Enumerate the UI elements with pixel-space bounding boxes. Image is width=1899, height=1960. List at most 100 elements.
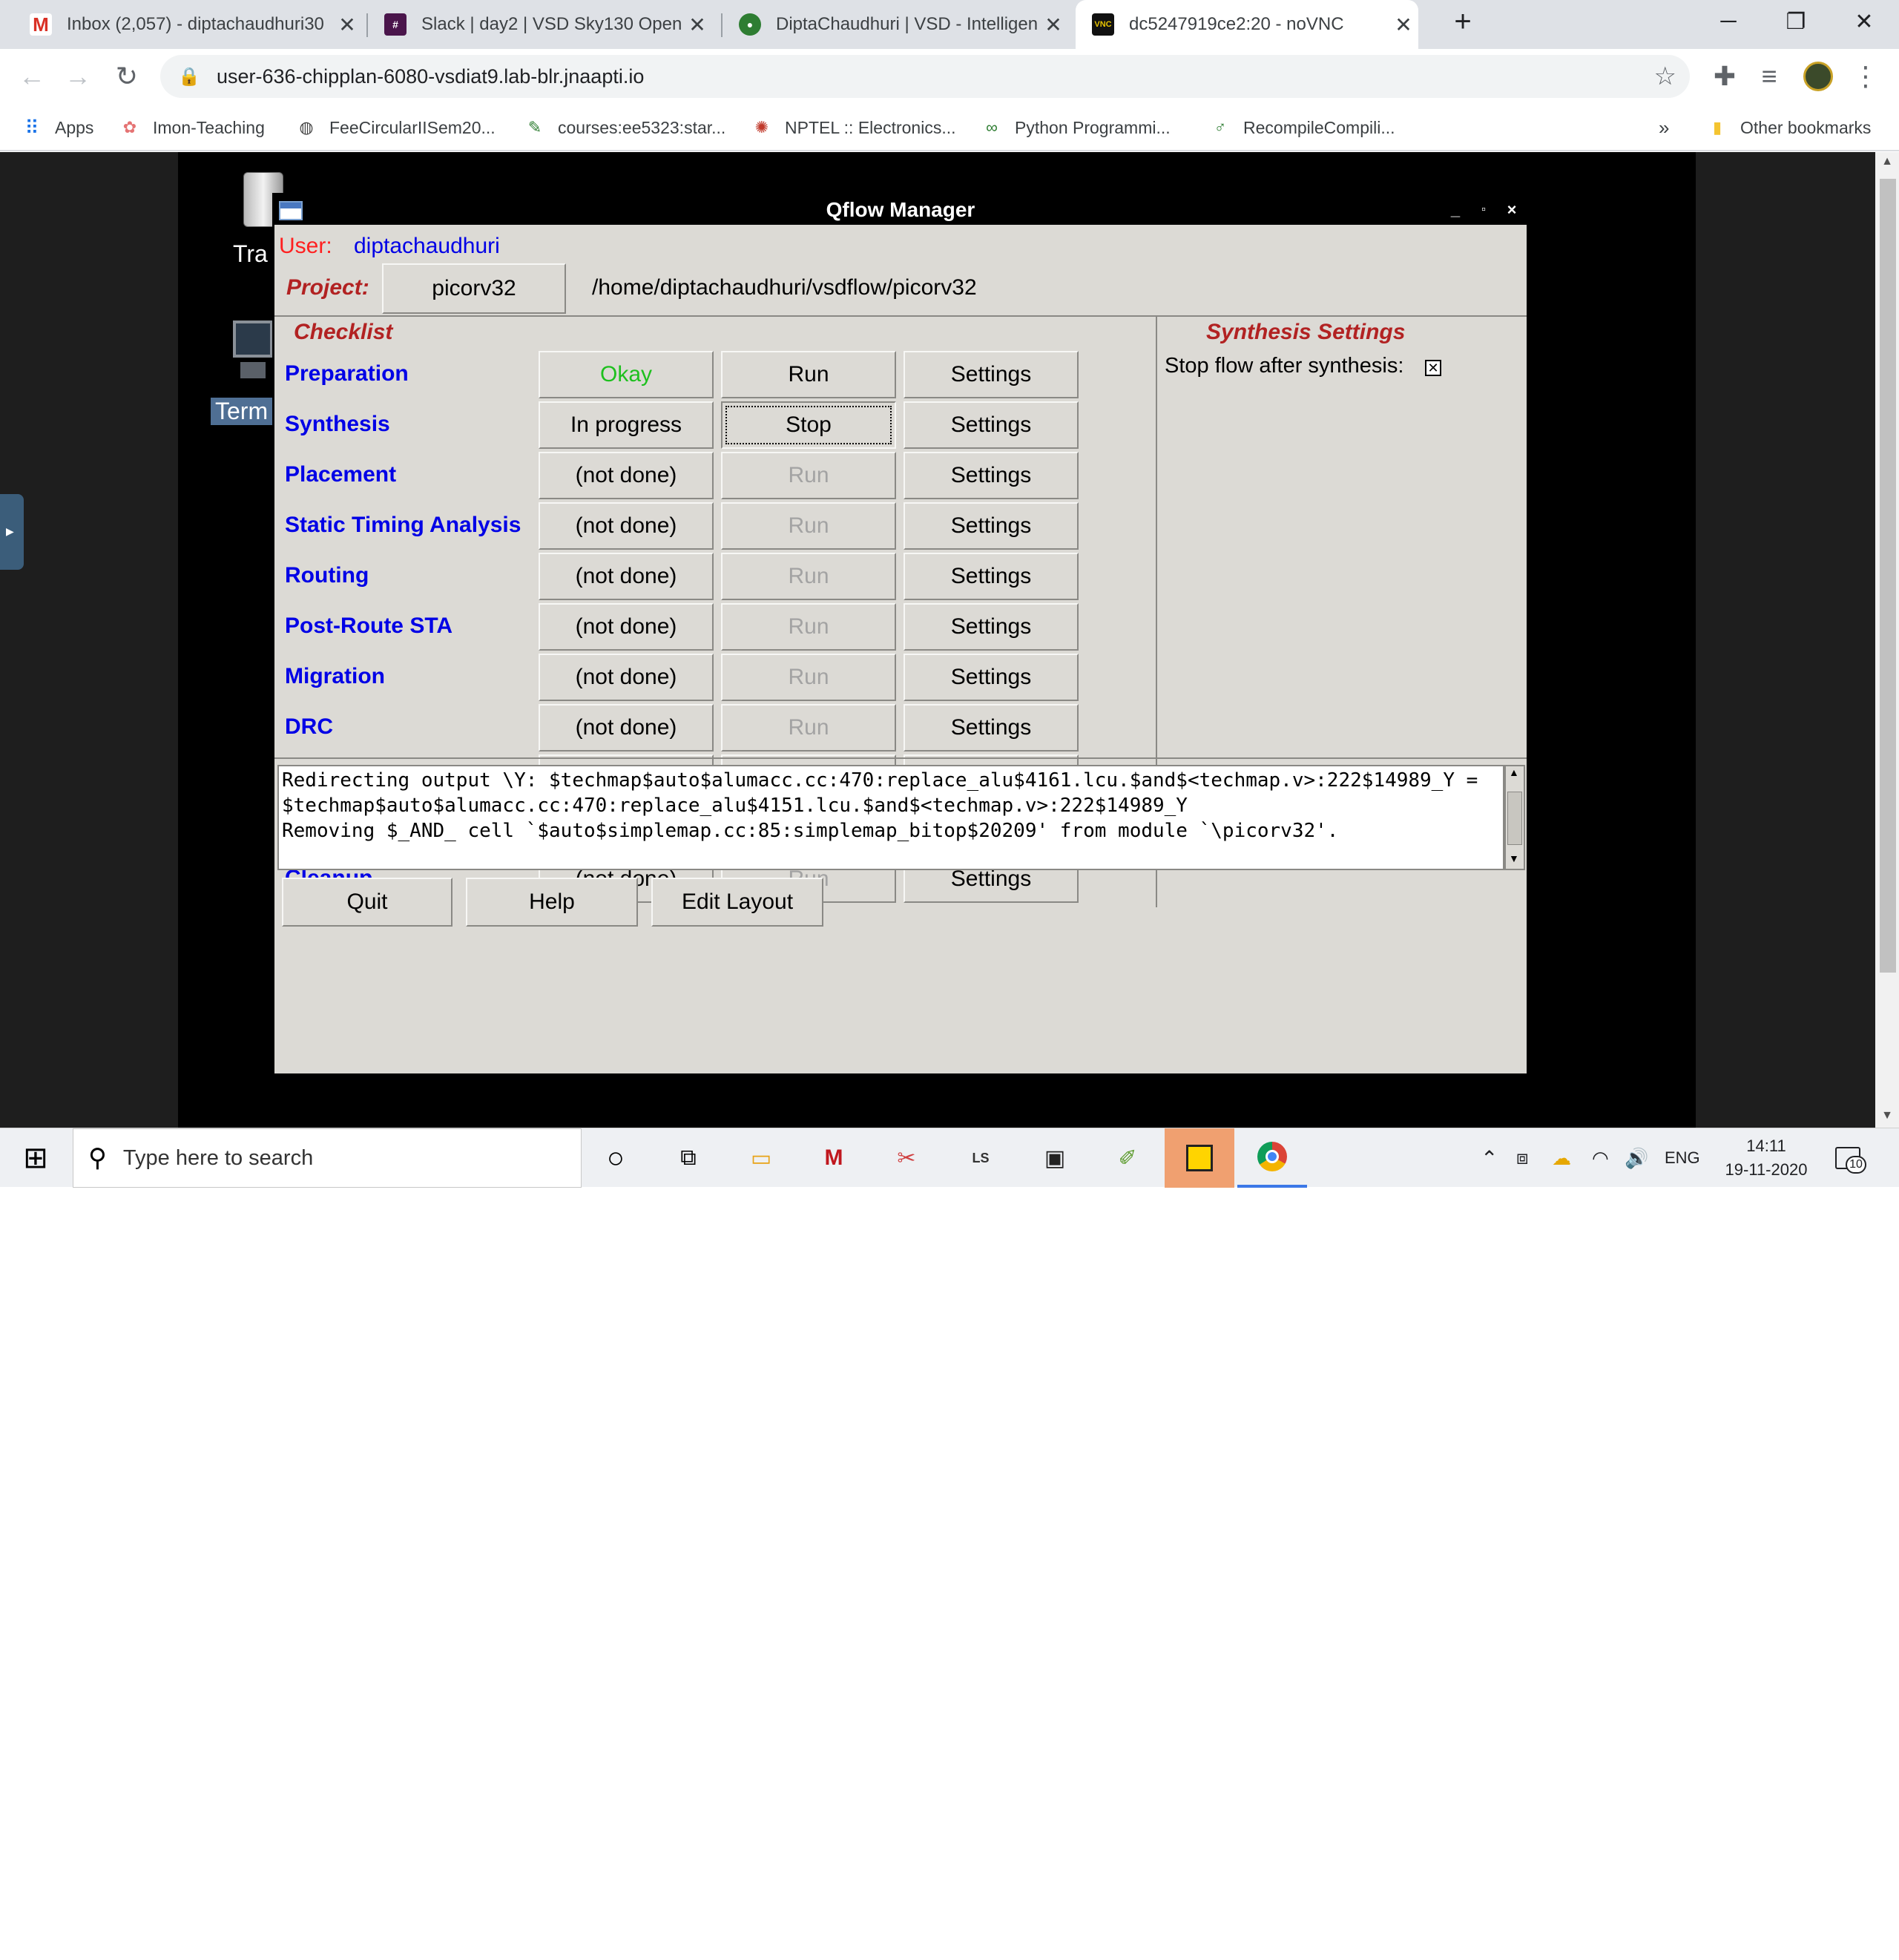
tray-overflow-icon[interactable]: ⌃	[1481, 1128, 1498, 1188]
scroll-up-icon[interactable]: ▲	[1875, 155, 1899, 168]
reading-list-icon[interactable]: ≡	[1751, 58, 1788, 95]
run-button[interactable]: Run	[721, 704, 896, 752]
tab-close-icon[interactable]: ✕	[682, 13, 712, 37]
folder-icon: ▮	[1712, 118, 1722, 137]
tab-close-icon[interactable]: ✕	[332, 13, 362, 37]
kebab-menu-icon[interactable]: ⋮	[1847, 58, 1884, 95]
taskbar-search[interactable]: ⚲ Type here to search	[73, 1128, 582, 1188]
project-button[interactable]: picorv32	[382, 263, 566, 314]
volume-icon[interactable]: 🔊	[1625, 1128, 1648, 1188]
settings-button[interactable]: Settings	[904, 704, 1079, 752]
scrollbar-thumb[interactable]	[1507, 792, 1522, 845]
tab-close-icon[interactable]: ✕	[1039, 13, 1068, 37]
run-button[interactable]: Run	[721, 502, 896, 550]
status-button[interactable]: (not done)	[539, 654, 714, 701]
status-button[interactable]: (not done)	[539, 603, 714, 651]
browser-toolbar: ← → ↻ 🔒 user-636-chipplan-6080-vsdiat9.l…	[0, 49, 1899, 104]
log-scrollbar[interactable]: ▲ ▼	[1504, 765, 1525, 870]
bookmark-apps[interactable]: ⠿ Apps	[21, 113, 93, 142]
windows-start-icon[interactable]: ⊞	[13, 1136, 58, 1180]
novnc-control-bar-handle[interactable]: ▶	[0, 494, 24, 570]
status-button[interactable]: In progress	[539, 401, 714, 449]
scroll-down-icon[interactable]: ▼	[1509, 852, 1519, 864]
reload-icon[interactable]: ↻	[108, 58, 145, 95]
settings-button[interactable]: Settings	[904, 553, 1079, 600]
cortana-icon[interactable]: ○	[593, 1136, 638, 1180]
bookmark-fee[interactable]: ◍ FeeCircularIISem20...	[295, 113, 495, 142]
status-button[interactable]: (not done)	[539, 553, 714, 600]
step-label-post-route-sta: Post-Route STA	[285, 614, 453, 638]
bookmark-python[interactable]: ∞ Python Programmi...	[981, 113, 1170, 142]
edit-layout-button[interactable]: Edit Layout	[651, 878, 823, 927]
network-devices-icon[interactable]: ⧈	[1516, 1128, 1529, 1188]
paint-app-icon[interactable]: ✐	[1105, 1136, 1150, 1180]
clock[interactable]: 14:11 19-11-2020	[1718, 1128, 1814, 1188]
notifications-icon[interactable]: 10	[1835, 1128, 1866, 1188]
ltspice-icon[interactable]: LS	[958, 1136, 1003, 1180]
browser-tab-strip: M Inbox (2,057) - diptachaudhuri30 ✕ # S…	[0, 0, 1899, 49]
forward-arrow-icon[interactable]: →	[59, 58, 96, 95]
bookmark-courses[interactable]: ✎ courses:ee5323:star...	[524, 113, 726, 142]
window-title-bar[interactable]: Qflow Manager _ ▫ ×	[274, 195, 1527, 225]
back-arrow-icon[interactable]: ←	[13, 58, 50, 95]
settings-button[interactable]: Settings	[904, 502, 1079, 550]
new-tab-button[interactable]: +	[1432, 0, 1494, 43]
mcafee-icon[interactable]: M	[812, 1136, 856, 1180]
desktop-icon-label[interactable]: Tra	[233, 240, 268, 268]
other-bookmarks[interactable]: ▮ Other bookmarks	[1706, 113, 1871, 142]
run-button[interactable]: Run	[721, 553, 896, 600]
tab-gmail[interactable]: M Inbox (2,057) - diptachaudhuri30 ✕	[13, 0, 362, 49]
onedrive-icon[interactable]: ☁	[1552, 1128, 1571, 1188]
bookmark-nptel[interactable]: ✺ NPTEL :: Electronics...	[751, 113, 956, 142]
restore-icon[interactable]: ❐	[1764, 0, 1828, 43]
file-explorer-icon[interactable]: ▭	[739, 1136, 783, 1180]
sticky-notes-icon[interactable]	[1165, 1128, 1234, 1188]
bookmark-star-icon[interactable]: ☆	[1654, 62, 1676, 91]
status-button[interactable]: Okay	[539, 351, 714, 398]
bookmark-imon[interactable]: ✿ Imon-Teaching	[119, 113, 265, 142]
scroll-down-icon[interactable]: ▼	[1875, 1109, 1899, 1122]
avatar[interactable]	[1800, 58, 1837, 95]
close-window-icon[interactable]: ✕	[1832, 0, 1896, 43]
status-button[interactable]: (not done)	[539, 502, 714, 550]
language-indicator[interactable]: ENG	[1665, 1128, 1700, 1188]
wifi-icon[interactable]: ◠	[1592, 1128, 1609, 1188]
run-button[interactable]: Run	[721, 452, 896, 499]
log-output[interactable]: Redirecting output \Y: $techmap$auto$alu…	[277, 765, 1504, 870]
snipping-tool-icon[interactable]: ✂	[884, 1136, 929, 1180]
run-button[interactable]: Run	[721, 351, 896, 398]
quit-button[interactable]: Quit	[282, 878, 452, 927]
terminal-app-icon[interactable]: ▣	[1033, 1136, 1077, 1180]
vnc-scrollbar[interactable]: ▲ ▼	[1875, 152, 1899, 1128]
tab-close-icon[interactable]: ✕	[1389, 13, 1418, 37]
status-button[interactable]: (not done)	[539, 452, 714, 499]
run-button[interactable]: Run	[721, 603, 896, 651]
chrome-icon[interactable]	[1237, 1128, 1307, 1188]
maximize-icon[interactable]: ▫	[1472, 198, 1495, 222]
scroll-up-icon[interactable]: ▲	[1509, 766, 1519, 778]
settings-button[interactable]: Settings	[904, 401, 1079, 449]
bookmark-recompile[interactable]: ♂ RecompileCompili...	[1209, 113, 1395, 142]
stop-after-synthesis-checkbox[interactable]: ✕	[1425, 360, 1441, 376]
address-bar[interactable]: 🔒 user-636-chipplan-6080-vsdiat9.lab-blr…	[160, 55, 1690, 98]
settings-button[interactable]: Settings	[904, 351, 1079, 398]
bookmarks-overflow-button[interactable]: »	[1659, 113, 1669, 142]
settings-button[interactable]: Settings	[904, 452, 1079, 499]
scrollbar-thumb[interactable]	[1880, 179, 1896, 973]
task-view-icon[interactable]: ⧉	[666, 1136, 711, 1180]
close-icon[interactable]: ×	[1500, 198, 1524, 222]
extensions-icon[interactable]: ✚	[1706, 58, 1743, 95]
stop-button[interactable]: Stop	[721, 401, 896, 449]
tab-slack[interactable]: # Slack | day2 | VSD Sky130 OpenL ✕	[371, 0, 712, 49]
help-button[interactable]: Help	[466, 878, 638, 927]
desktop-icon-label[interactable]: Term	[211, 398, 273, 425]
clock-date: 19-11-2020	[1725, 1160, 1808, 1179]
status-button[interactable]: (not done)	[539, 704, 714, 752]
tab-vsd[interactable]: ● DiptaChaudhuri | VSD - Intelligen ✕	[727, 0, 1068, 49]
tab-novnc[interactable]: VNC dc5247919ce2:20 - noVNC ✕	[1076, 0, 1418, 49]
run-button[interactable]: Run	[721, 654, 896, 701]
settings-button[interactable]: Settings	[904, 603, 1079, 651]
minimize-icon[interactable]: ─	[1696, 0, 1760, 43]
minimize-icon[interactable]: _	[1444, 198, 1467, 222]
settings-button[interactable]: Settings	[904, 654, 1079, 701]
